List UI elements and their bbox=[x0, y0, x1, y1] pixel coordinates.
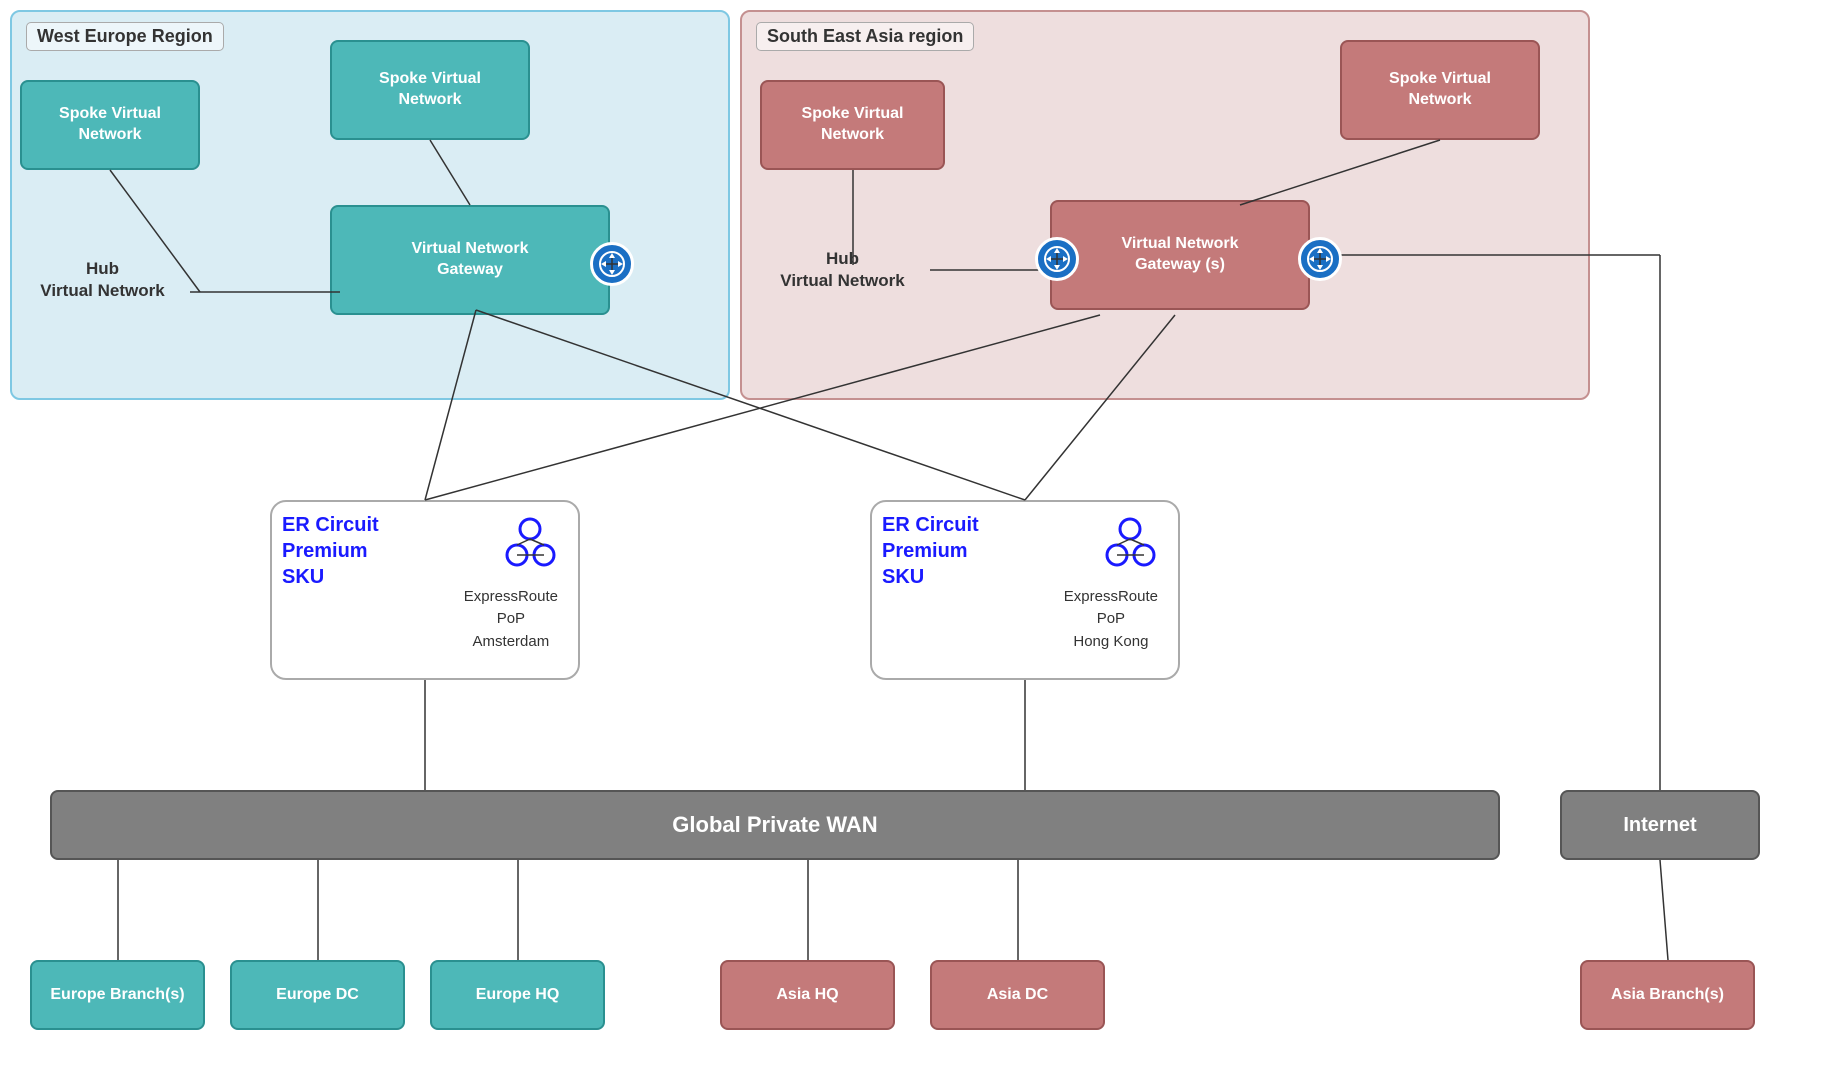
sea-vng-icon-2 bbox=[1298, 237, 1342, 281]
west-hub-vn: Hub Virtual Network bbox=[15, 240, 190, 320]
europe-hq: Europe HQ bbox=[430, 960, 605, 1030]
west-spoke-vn-1: Spoke Virtual Network bbox=[20, 80, 200, 170]
internet-box: Internet bbox=[1560, 790, 1760, 860]
er-circuit-left: ER Circuit Premium SKU ExpressRoute PoP … bbox=[270, 500, 580, 680]
er-circuit-left-label: ER Circuit Premium SKU bbox=[282, 512, 379, 590]
europe-dc: Europe DC bbox=[230, 960, 405, 1030]
global-wan: Global Private WAN bbox=[50, 790, 1500, 860]
er-circuit-right: ER Circuit Premium SKU ExpressRoute PoP … bbox=[870, 500, 1180, 680]
west-vng-icon bbox=[590, 242, 634, 286]
sea-vng: Virtual Network Gateway (s) bbox=[1050, 200, 1310, 310]
west-spoke-vn-2: Spoke Virtual Network bbox=[330, 40, 530, 140]
europe-branch: Europe Branch(s) bbox=[30, 960, 205, 1030]
west-vng: Virtual Network Gateway bbox=[330, 205, 610, 315]
asia-hq: Asia HQ bbox=[720, 960, 895, 1030]
sea-vng-icon-1 bbox=[1035, 237, 1079, 281]
er-circuit-right-pop: ExpressRoute PoP Hong Kong bbox=[1064, 586, 1158, 654]
sea-spoke-vn-2: Spoke Virtual Network bbox=[1340, 40, 1540, 140]
er-circuit-left-pop: ExpressRoute PoP Amsterdam bbox=[464, 586, 558, 654]
asia-branch: Asia Branch(s) bbox=[1580, 960, 1755, 1030]
diagram-container: West Europe Region South East Asia regio… bbox=[0, 0, 1827, 1086]
asia-dc: Asia DC bbox=[930, 960, 1105, 1030]
er-circuit-left-icon bbox=[503, 517, 558, 567]
er-circuit-right-label: ER Circuit Premium SKU bbox=[882, 512, 979, 590]
sea-hub-vn: Hub Virtual Network bbox=[755, 230, 930, 310]
er-circuit-right-icon bbox=[1103, 517, 1158, 567]
region-west-label: West Europe Region bbox=[26, 22, 224, 51]
sea-spoke-vn-1: Spoke Virtual Network bbox=[760, 80, 945, 170]
region-sea-label: South East Asia region bbox=[756, 22, 974, 51]
